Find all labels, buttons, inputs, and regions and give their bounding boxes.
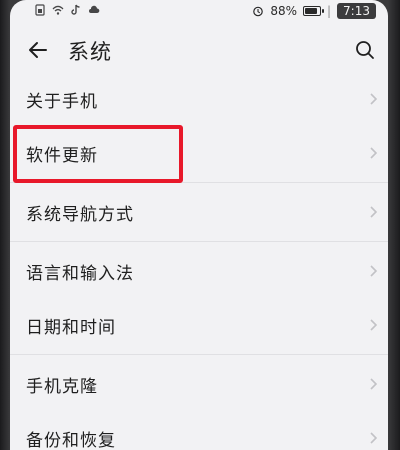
tiktok-icon (71, 4, 80, 15)
menu-item-label: 备份和恢复 (26, 430, 116, 450)
chevron-right-icon (370, 432, 378, 444)
menu-item-label: 日期和时间 (26, 317, 116, 338)
back-button[interactable] (22, 34, 54, 66)
status-separator: | (327, 4, 332, 18)
cloud-icon (89, 5, 100, 13)
settings-menu: 关于手机 软件更新 系统导航方式 语言和输入法 日期和时间 手机克隆 备份和恢复 (10, 72, 388, 450)
chevron-right-icon (370, 265, 378, 277)
menu-item-backup-restore[interactable]: 备份和恢复 (10, 411, 388, 450)
clock-time: 7:13 (337, 3, 376, 19)
chevron-right-icon (370, 206, 378, 218)
chevron-right-icon (370, 378, 378, 390)
search-icon (356, 41, 374, 59)
status-icons-right: 88% | 7:13 (252, 3, 376, 19)
status-bar: 88% | 7:13 (10, 0, 388, 22)
divider (10, 241, 388, 242)
divider (10, 354, 388, 355)
battery-fill (305, 8, 318, 14)
menu-item-phone-clone[interactable]: 手机克隆 (10, 357, 388, 411)
menu-item-navigation-mode[interactable]: 系统导航方式 (10, 185, 388, 239)
chevron-right-icon (370, 319, 378, 331)
battery-icon (303, 6, 324, 16)
menu-item-about-phone[interactable]: 关于手机 (10, 72, 388, 126)
sim-icon (35, 4, 45, 16)
wifi-icon (52, 5, 64, 15)
divider (10, 182, 388, 183)
menu-item-label: 手机克隆 (26, 376, 98, 397)
page-header: 系统 (10, 26, 388, 72)
alarm-icon (253, 6, 264, 17)
battery-percent: 88% (270, 4, 297, 18)
chevron-right-icon (370, 147, 378, 159)
menu-item-label: 语言和输入法 (26, 263, 134, 284)
menu-item-software-update[interactable]: 软件更新 (10, 126, 388, 180)
menu-item-label: 关于手机 (26, 91, 98, 112)
menu-item-date-time[interactable]: 日期和时间 (10, 298, 388, 352)
status-icons-left (34, 4, 100, 16)
back-arrow-icon (29, 42, 47, 58)
phone-screen: 88% | 7:13 系统 关于手机 软件更新 系统导航方式 语言和输入法 日期… (10, 0, 388, 450)
menu-item-language-input[interactable]: 语言和输入法 (10, 244, 388, 298)
page-title: 系统 (68, 40, 112, 64)
chevron-right-icon (370, 93, 378, 105)
search-button[interactable] (350, 35, 380, 65)
phone-frame: 88% | 7:13 系统 关于手机 软件更新 系统导航方式 语言和输入法 日期… (0, 0, 400, 450)
menu-item-label: 系统导航方式 (26, 204, 134, 225)
menu-item-label: 软件更新 (26, 145, 98, 166)
